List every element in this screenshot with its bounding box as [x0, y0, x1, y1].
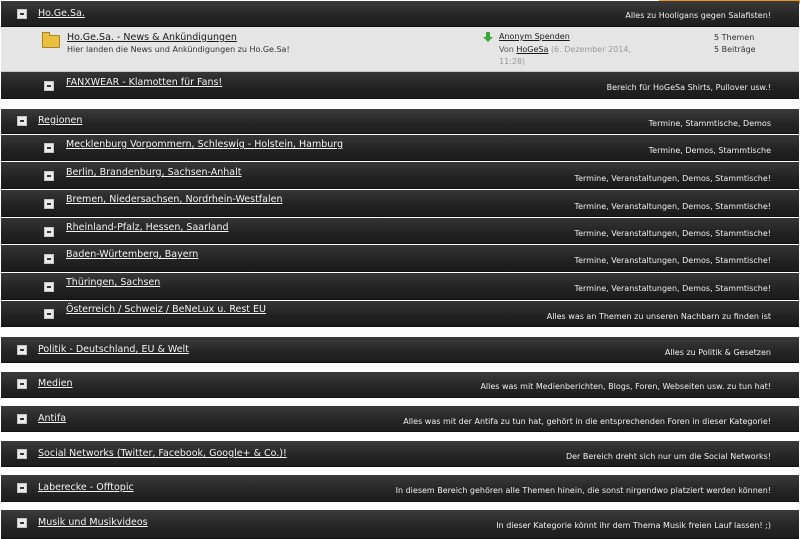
category-title-link[interactable]: Ho.Ge.Sa. [38, 8, 85, 19]
subforum-row-mv-sh-hh: Mecklenburg Vorpommern, Schleswig - Hols… [1, 135, 799, 161]
category-title-link[interactable]: Regionen [38, 115, 82, 126]
forum-row-news: Ho.Ge.Sa. - News & Ankündigungen Hier la… [1, 27, 799, 72]
category-title-link[interactable]: Social Networks (Twitter, Facebook, Goog… [38, 448, 287, 459]
subforum-description: Termine, Veranstaltungen, Demos, Stammti… [574, 174, 771, 183]
collapse-toggle-icon[interactable] [17, 449, 27, 459]
category-title-link[interactable]: Musik und Musikvideos [38, 517, 148, 528]
category-description: Alles zu Hooligans gegen Salafisten! [625, 11, 771, 20]
collapse-toggle-icon[interactable] [17, 116, 27, 126]
category-description: Alles was mit der Antifa zu tun hat, geh… [403, 417, 771, 426]
category-description: In diesem Bereich gehören alle Themen hi… [395, 486, 771, 495]
subforum-title-link[interactable]: Baden-Würtemberg, Bayern [66, 249, 198, 260]
category-title-link[interactable]: Laberecke - Offtopic [38, 482, 134, 493]
arrow-down-icon[interactable] [483, 32, 493, 42]
subforum-row-bw-by: Baden-Würtemberg, Bayern Termine, Verans… [1, 245, 799, 272]
collapse-toggle-icon[interactable] [44, 143, 54, 153]
category-header-antifa: Antifa Alles was mit der Antifa zu tun h… [1, 406, 799, 432]
subforum-title-link[interactable]: Österreich / Schweiz / BeNeLux u. Rest E… [66, 304, 266, 315]
last-post-info: Von HoGeSa (6. Dezember 2014, 11:28) [499, 44, 639, 68]
collapse-toggle-icon[interactable] [17, 414, 27, 424]
category-header-medien: Medien Alles was mit Medienberichten, Bl… [1, 372, 799, 398]
subforum-description: Termine, Veranstaltungen, Demos, Stammti… [574, 202, 771, 211]
subforum-row-rp-he-sl: Rheinland-Pfalz, Hessen, Saarland Termin… [1, 218, 799, 244]
subforum-title-link[interactable]: Bremen, Niedersachsen, Nordrhein-Westfal… [66, 194, 282, 205]
collapse-toggle-icon[interactable] [44, 309, 54, 319]
category-description: Der Bereich dreht sich nur um die Social… [565, 452, 771, 461]
category-header-politik: Politik - Deutschland, EU & Welt Alles z… [1, 337, 799, 363]
category-header-regionen: Regionen Termine, Stammtische, Demos [1, 109, 799, 134]
category-description: Alles was mit Medienberichten, Blogs, Fo… [480, 382, 771, 391]
subforum-description: Termine, Veranstaltungen, Demos, Stammti… [574, 229, 771, 238]
category-title-link[interactable]: Politik - Deutschland, EU & Welt [38, 344, 189, 355]
last-post-title-link[interactable]: Anonym Spenden [499, 32, 570, 41]
category-header-laberecke: Laberecke - Offtopic In diesem Bereich g… [1, 475, 799, 502]
forum-stats: 5 Themen 5 Beiträge [714, 32, 756, 56]
category-header-musik: Musik und Musikvideos In dieser Kategori… [1, 510, 799, 539]
subforum-row-berlin-bb-st: Berlin, Brandenburg, Sachsen-Anhalt Term… [1, 162, 799, 189]
folder-icon [42, 32, 60, 48]
subforum-description: Alles was an Themen zu unseren Nachbarn … [546, 312, 771, 321]
subforum-description: Termine, Veranstaltungen, Demos, Stammti… [574, 284, 771, 293]
collapse-toggle-icon[interactable] [44, 227, 54, 237]
last-post-by-prefix: Von [499, 45, 514, 54]
collapse-toggle-icon[interactable] [17, 483, 27, 493]
collapse-toggle-icon[interactable] [17, 9, 27, 19]
collapse-toggle-icon[interactable] [44, 282, 54, 292]
category-title-link[interactable]: Medien [38, 378, 73, 389]
subforum-title-link[interactable]: Berlin, Brandenburg, Sachsen-Anhalt [66, 167, 242, 178]
collapse-toggle-icon[interactable] [44, 199, 54, 209]
category-description: In dieser Kategorie könnt ihr dem Thema … [496, 521, 771, 530]
forum-title-link[interactable]: Ho.Ge.Sa. - News & Ankündigungen [67, 32, 237, 43]
subforum-row-at-ch-benelux: Österreich / Schweiz / BeNeLux u. Rest E… [1, 301, 799, 327]
subforum-title-link[interactable]: FANXWEAR - Klamotten für Fans! [66, 77, 222, 88]
collapse-toggle-icon[interactable] [17, 518, 27, 528]
collapse-toggle-icon[interactable] [17, 345, 27, 355]
subforum-title-link[interactable]: Thüringen, Sachsen [66, 277, 160, 288]
subforum-row-th-sn: Thüringen, Sachsen Termine, Veranstaltun… [1, 273, 799, 300]
subforum-description: Termine, Veranstaltungen, Demos, Stammti… [574, 256, 771, 265]
subforum-description: Bereich für HoGeSa Shirts, Pullover usw.… [606, 83, 771, 92]
category-header-hogesa: Ho.Ge.Sa. Alles zu Hooligans gegen Salaf… [1, 1, 799, 27]
subforum-row-fanxwear: FANXWEAR - Klamotten für Fans! Bereich f… [1, 72, 799, 99]
forum-description: Hier landen die News und Ankündigungen z… [67, 45, 290, 54]
subforum-title-link[interactable]: Rheinland-Pfalz, Hessen, Saarland [66, 222, 229, 233]
collapse-toggle-icon[interactable] [44, 81, 54, 91]
subforum-title-link[interactable]: Mecklenburg Vorpommern, Schleswig - Hols… [66, 139, 343, 150]
collapse-toggle-icon[interactable] [17, 379, 27, 389]
collapse-toggle-icon[interactable] [44, 171, 54, 181]
post-count: 5 Beiträge [714, 45, 756, 54]
category-header-social-networks: Social Networks (Twitter, Facebook, Goog… [1, 441, 799, 467]
category-description: Termine, Stammtische, Demos [648, 119, 771, 128]
category-title-link[interactable]: Antifa [38, 413, 66, 424]
subforum-row-hb-ni-nrw: Bremen, Niedersachsen, Nordrhein-Westfal… [1, 190, 799, 217]
category-description: Alles zu Politik & Gesetzen [664, 348, 771, 357]
subforum-description: Termine, Demos, Stammtische [648, 146, 771, 155]
thread-count: 5 Themen [714, 33, 755, 42]
last-post-author-link[interactable]: HoGeSa [516, 45, 548, 54]
collapse-toggle-icon[interactable] [44, 254, 54, 264]
